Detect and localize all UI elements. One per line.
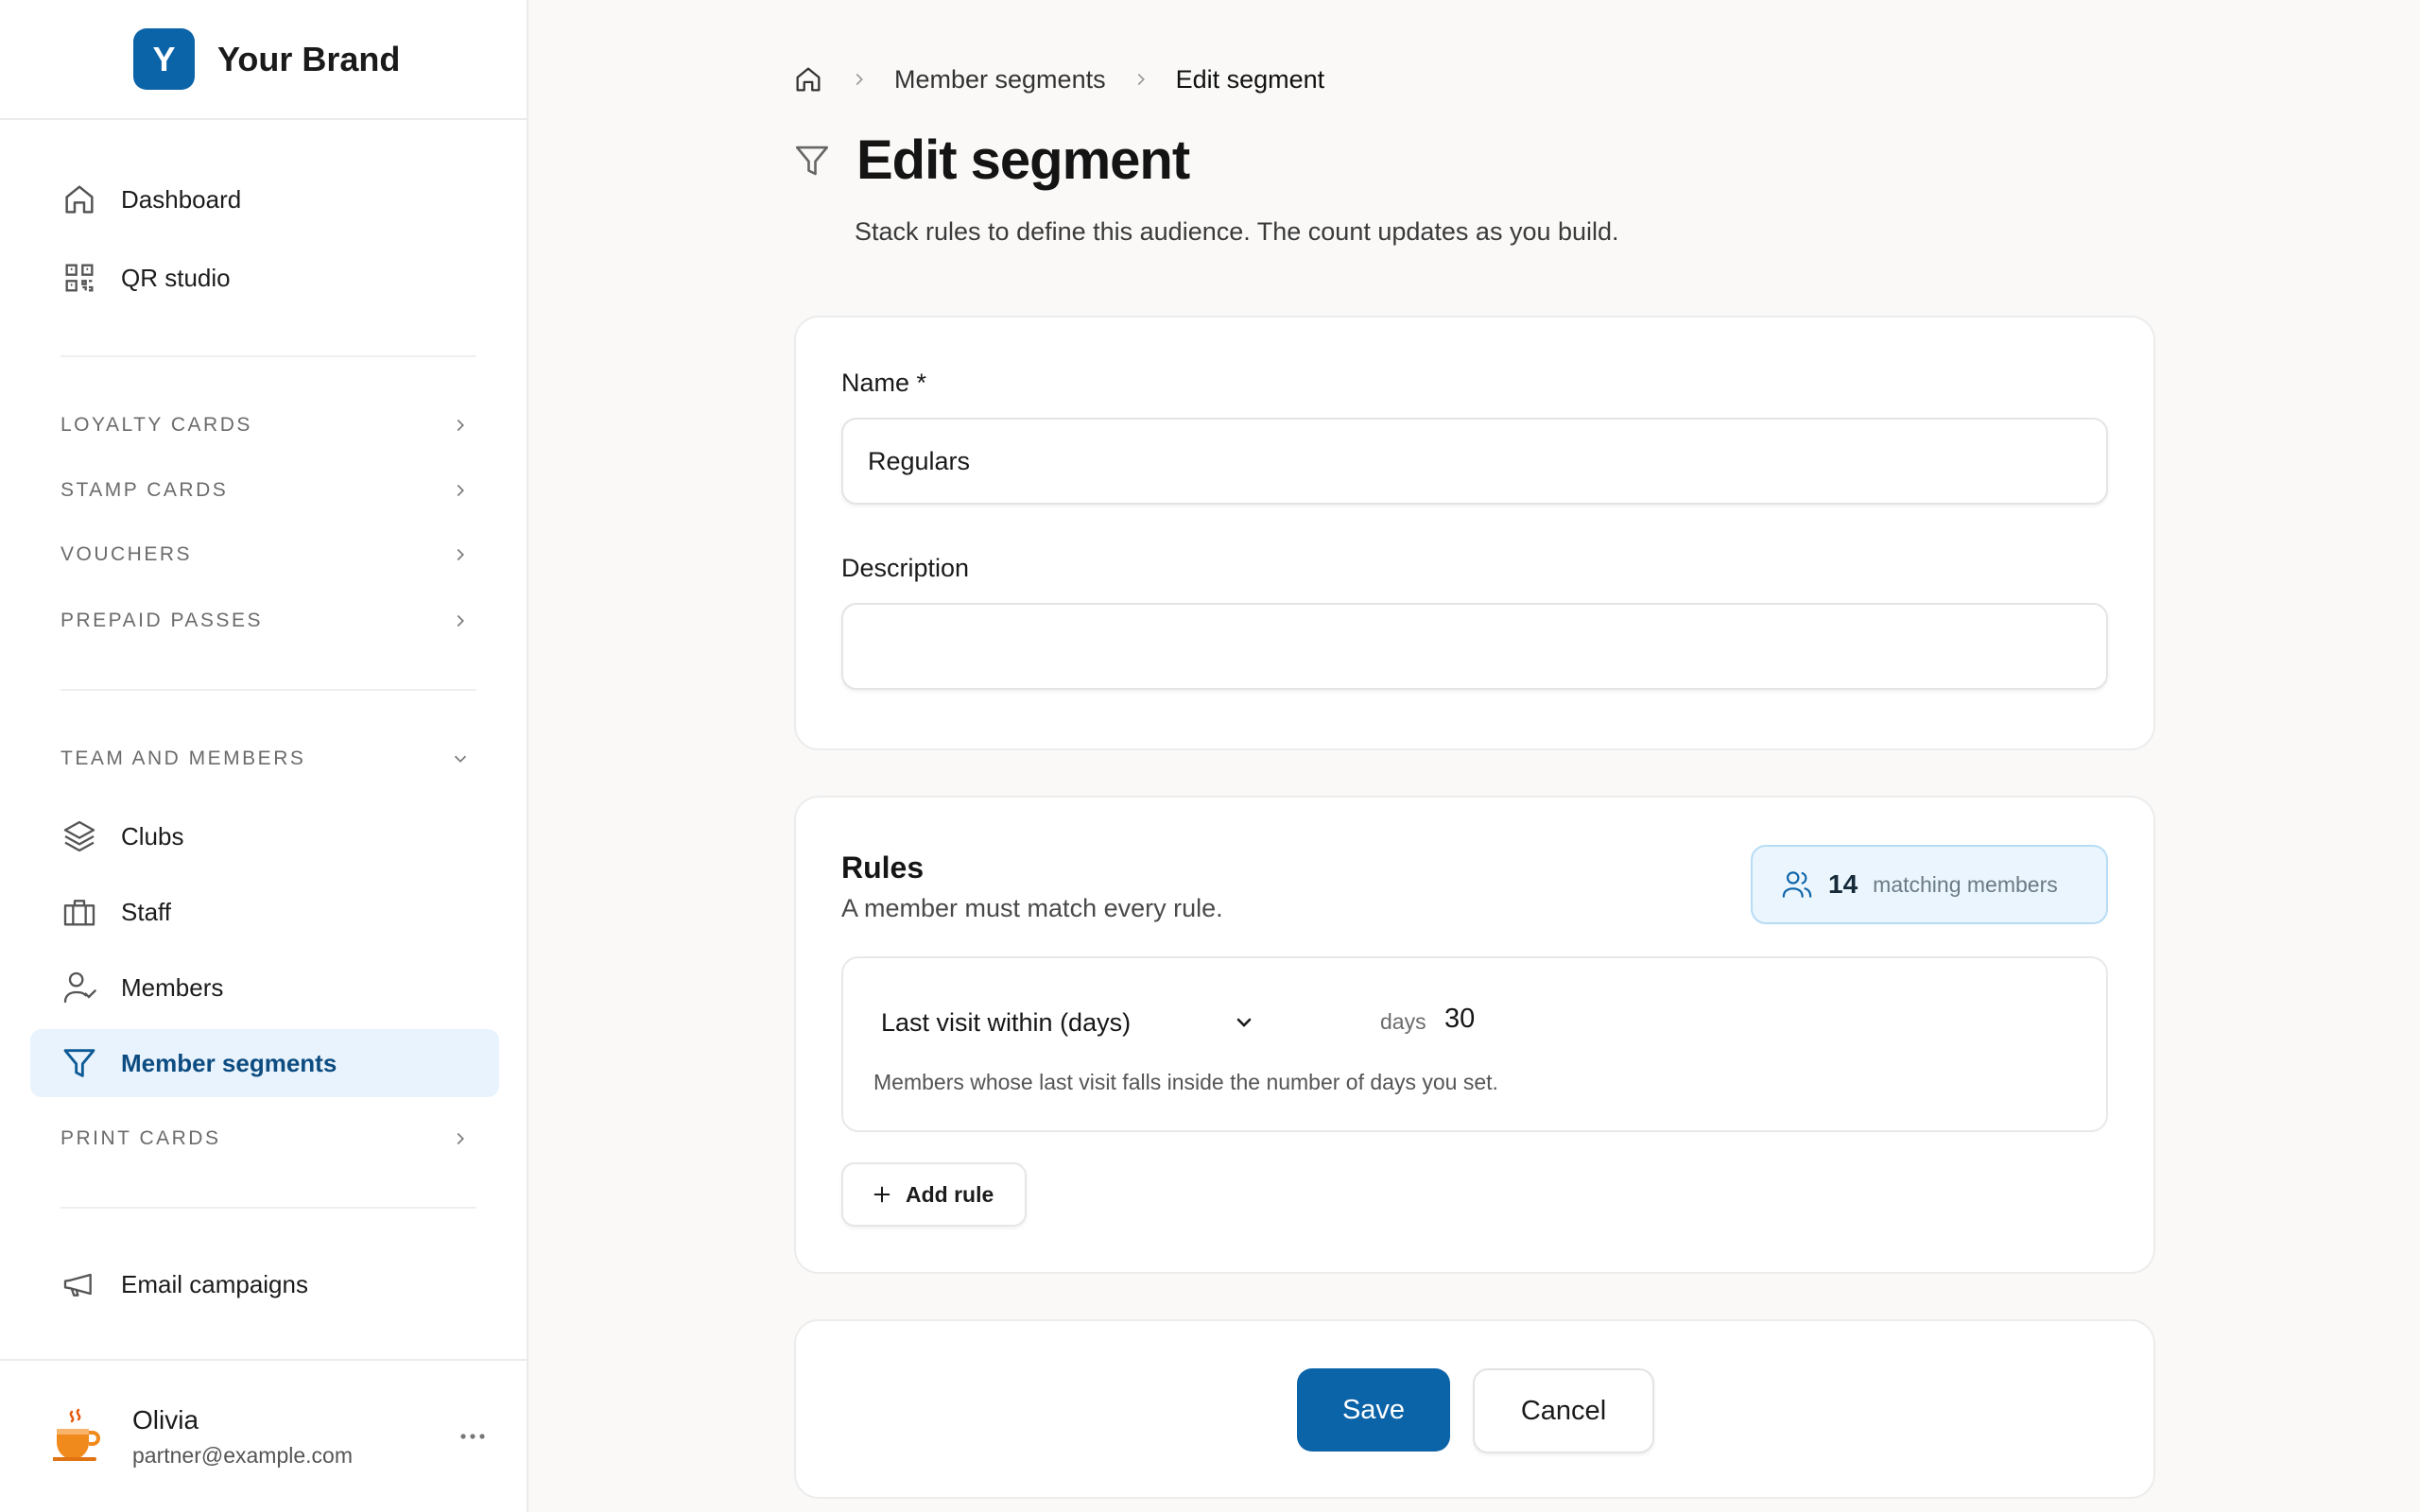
- sidebar-item-email-campaigns[interactable]: Email campaigns: [30, 1250, 499, 1318]
- sidebar-item-dashboard[interactable]: Dashboard: [30, 165, 499, 233]
- sidebar-item-label: Clubs: [121, 821, 184, 850]
- sidebar-item-label: Email campaigns: [121, 1269, 308, 1298]
- cancel-button[interactable]: Cancel: [1473, 1368, 1654, 1453]
- matching-members-badge: 14 matching members: [1751, 845, 2108, 924]
- section-label: VOUCHERS: [60, 543, 193, 565]
- name-input[interactable]: [841, 418, 2108, 505]
- page-subtitle: Stack rules to define this audience. The…: [855, 217, 1619, 246]
- sidebar-section-loyalty-cards[interactable]: LOYALTY CARDS: [30, 397, 499, 454]
- section-label: PREPAID PASSES: [60, 610, 263, 631]
- home-icon[interactable]: [792, 63, 824, 95]
- add-rule-button[interactable]: Add rule: [841, 1162, 1027, 1227]
- section-label: STAMP CARDS: [60, 479, 229, 501]
- section-label: TEAM AND MEMBERS: [60, 747, 306, 769]
- coffee-cup-icon: [53, 1408, 100, 1461]
- megaphone-icon: [60, 1265, 98, 1303]
- brand-name: Your Brand: [217, 39, 401, 78]
- sidebar-item-qr-studio[interactable]: QR studio: [30, 244, 499, 312]
- chevron-right-icon: [849, 69, 870, 90]
- sidebar: Y Your Brand Dashboard QR studio LOYALTY…: [0, 0, 528, 1512]
- sidebar-item-label: Staff: [121, 897, 172, 926]
- sidebar-item-label: Dashboard: [121, 184, 242, 214]
- chevron-right-icon: [457, 614, 464, 627]
- rules-card: Rules A member must match every rule. 14…: [794, 796, 2155, 1274]
- user-name: Olivia: [132, 1404, 199, 1435]
- users-icon: [1782, 871, 1812, 898]
- user-email: partner@example.com: [132, 1442, 353, 1468]
- chevron-right-icon: [457, 1132, 464, 1145]
- sidebar-item-label: Member segments: [121, 1048, 337, 1077]
- chevron-right-icon: [1131, 69, 1151, 90]
- sidebar-section-stamp-cards[interactable]: STAMP CARDS: [30, 462, 499, 519]
- plus-icon: [873, 1186, 890, 1203]
- rules-title: Rules: [841, 850, 925, 885]
- home-icon: [60, 180, 98, 218]
- page-title: Edit segment: [856, 129, 1190, 191]
- filter-icon: [795, 146, 829, 175]
- chevron-down-icon: [1236, 1018, 1252, 1027]
- filter-icon: [60, 1044, 98, 1082]
- rule-field-select[interactable]: Last visit within (days): [881, 1000, 1255, 1045]
- chevron-right-icon: [457, 548, 464, 561]
- matching-members-count: 14: [1828, 869, 1858, 899]
- sidebar-item-member-segments[interactable]: Member segments: [30, 1029, 499, 1097]
- sidebar-section-team-and-members[interactable]: TEAM AND MEMBERS: [30, 730, 499, 787]
- qr-code-icon: [60, 259, 98, 297]
- sidebar-item-clubs[interactable]: Clubs: [30, 802, 499, 870]
- chevron-down-icon: [454, 755, 467, 763]
- rules-subtitle: A member must match every rule.: [841, 894, 1223, 922]
- more-horizontal-icon[interactable]: [458, 1427, 487, 1446]
- sidebar-item-label: QR studio: [121, 263, 231, 292]
- breadcrumb-current: Edit segment: [1175, 64, 1325, 94]
- chevron-right-icon: [457, 484, 464, 497]
- matching-members-label: matching members: [1873, 871, 2058, 897]
- rule-row: Last visit within (days) days 30 Members…: [841, 956, 2108, 1132]
- section-label: PRINT CARDS: [60, 1127, 221, 1149]
- sidebar-section-print-cards[interactable]: PRINT CARDS: [30, 1110, 499, 1167]
- breadcrumb: Member segments Edit segment: [792, 62, 1324, 96]
- name-label: Name *: [841, 369, 927, 397]
- description-input[interactable]: [841, 603, 2108, 690]
- save-button[interactable]: Save: [1297, 1368, 1450, 1452]
- rule-help-text: Members whose last visit falls inside th…: [873, 1070, 1498, 1094]
- brand-logo: Y: [133, 28, 195, 90]
- sidebar-divider: [60, 689, 476, 691]
- sidebar-section-vouchers[interactable]: VOUCHERS: [30, 526, 499, 583]
- briefcase-icon: [60, 893, 98, 931]
- layers-icon: [60, 817, 98, 855]
- breadcrumb-link-member-segments[interactable]: Member segments: [894, 65, 1106, 94]
- sidebar-divider: [60, 1207, 476, 1209]
- description-label: Description: [841, 554, 970, 582]
- brand-header[interactable]: Y Your Brand: [0, 0, 527, 120]
- rule-value-input[interactable]: 30: [1444, 1004, 1475, 1035]
- chevron-right-icon: [457, 419, 464, 432]
- sidebar-item-members[interactable]: Members: [30, 954, 499, 1022]
- add-rule-label: Add rule: [906, 1181, 994, 1207]
- actions-card: Save Cancel: [794, 1319, 2155, 1499]
- sidebar-item-staff[interactable]: Staff: [30, 878, 499, 946]
- sidebar-section-prepaid-passes[interactable]: PREPAID PASSES: [30, 593, 499, 649]
- user-profile[interactable]: Olivia partner@example.com: [0, 1359, 527, 1512]
- rule-unit-label: days: [1380, 1009, 1426, 1034]
- segment-details-card: Name * Description: [794, 316, 2155, 750]
- rule-field-value: Last visit within (days): [881, 1007, 1132, 1037]
- sidebar-item-label: Members: [121, 972, 224, 1002]
- page-header: Edit segment: [792, 129, 1190, 192]
- section-label: LOYALTY CARDS: [60, 414, 252, 436]
- sidebar-divider: [60, 355, 476, 357]
- user-check-icon: [60, 969, 98, 1006]
